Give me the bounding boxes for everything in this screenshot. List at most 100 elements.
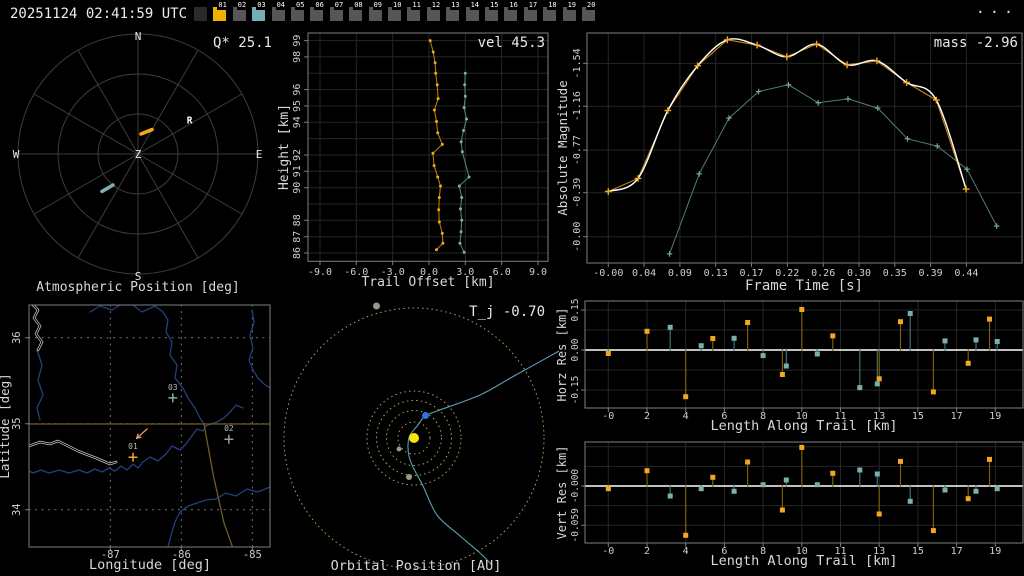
y-tick: 92	[292, 149, 303, 161]
frame-label: 14	[469, 1, 481, 10]
x-tick: 4	[683, 546, 689, 557]
x-axis-title: Longitude [deg]	[89, 557, 211, 573]
frame-button-07[interactable]: 07	[329, 1, 345, 21]
x-axis-title: Atmospheric Position [deg]	[36, 280, 240, 295]
x-tick: -0	[602, 411, 614, 422]
y-tick: -0.059	[570, 508, 581, 543]
frame-button-15[interactable]: 15	[485, 1, 500, 21]
frame-label: 11	[411, 1, 422, 10]
velocity-annotation: vel 45.3	[478, 35, 545, 51]
y-tick: -0.00	[572, 222, 583, 252]
zenith-label: Z	[135, 148, 142, 161]
y-tick: -1.16	[572, 91, 583, 121]
frame-button-11[interactable]: 11	[407, 1, 422, 21]
horizontal-residuals-chart: -0 2 4 6 8 10 11 13 15 17 190.150.00-0.15Horz Res …	[555, 299, 1024, 434]
y-tick: 94	[292, 116, 303, 128]
frame-button-16[interactable]: 16	[504, 1, 519, 21]
frame-button-02[interactable]: 02	[232, 1, 248, 21]
tisserand-annotation: T_j -0.70	[469, 304, 545, 320]
x-axis-title: Length Along Trail [km]	[711, 553, 898, 569]
q-star-annotation: Q* 25.1	[213, 35, 272, 51]
x-tick: 0.09	[668, 268, 692, 279]
frame-button-14[interactable]: 14	[465, 1, 481, 21]
frame-label: 01	[217, 1, 228, 10]
earth	[422, 412, 429, 419]
ground-track-map: 010203-87 -86 -85363534Latitude [deg]Longi…	[0, 304, 271, 573]
status-bar: 20251124 02:41:59 UTC 01 02 03 04 05 06 07 08 09…	[0, 0, 1024, 28]
overflow-menu-button[interactable]: ···	[976, 3, 1018, 21]
y-tick: 36	[11, 331, 23, 344]
frame-button-20[interactable]: 20	[582, 1, 597, 21]
frame-label: 08	[353, 1, 364, 10]
y-tick: -0.39	[572, 178, 583, 208]
x-tick: 0.44	[954, 268, 978, 279]
frame-label: 20	[586, 1, 597, 10]
frame-button-03[interactable]: 03	[252, 1, 267, 21]
x-tick: -0	[602, 546, 614, 557]
x-tick: 0.04	[632, 268, 656, 279]
mass-annotation: mass -2.96	[934, 35, 1018, 51]
compass-west: W	[13, 148, 20, 161]
x-axis-title: Length Along Trail [km]	[711, 418, 898, 434]
frame-label: 07	[333, 1, 345, 10]
frame-label: 13	[450, 1, 461, 10]
frame-button-04[interactable]: 04	[271, 1, 287, 21]
compass-east: E	[256, 148, 263, 161]
station-label: 03	[168, 383, 178, 392]
y-tick: -0.15	[570, 376, 581, 405]
x-tick: 0.39	[919, 268, 943, 279]
y-tick: 96	[292, 84, 303, 96]
frame-button-01[interactable]: 01	[213, 1, 228, 21]
frame-button-09[interactable]: 09	[368, 1, 384, 21]
y-tick: 87	[292, 231, 303, 243]
frame-button-12[interactable]: 12	[426, 1, 442, 21]
x-tick: 17	[951, 546, 963, 557]
mars	[406, 474, 412, 480]
frame-button-08[interactable]: 08	[349, 1, 364, 21]
x-tick: 9.0	[529, 267, 547, 278]
frame-button-06[interactable]: 06	[310, 1, 325, 21]
frame-button-17[interactable]: 17	[523, 1, 539, 21]
frame-label: 09	[372, 1, 384, 10]
frame-button-18[interactable]: 18	[543, 1, 558, 21]
frame-button-lead[interactable]	[194, 7, 207, 21]
y-axis-title: Horz Res [km]	[555, 308, 569, 402]
x-tick: 6.0	[493, 267, 511, 278]
frame-button-19[interactable]: 19	[562, 1, 578, 21]
y-tick: -1.54	[572, 48, 583, 78]
frame-label: 05	[295, 1, 306, 10]
y-tick: 90	[292, 182, 303, 194]
y-tick: -0.77	[572, 135, 583, 165]
y-tick: 98	[292, 51, 303, 63]
y-axis-title: Absolute Magnitude	[555, 80, 570, 215]
y-tick: 35	[11, 417, 23, 430]
x-tick: 0.35	[883, 268, 907, 279]
x-tick: -9.0	[308, 267, 332, 278]
station-label: 02	[224, 424, 234, 433]
x-tick: 19	[989, 546, 1001, 557]
x-tick: -85	[243, 549, 262, 561]
x-tick: 17	[951, 411, 963, 422]
frame-button-05[interactable]: 05	[291, 1, 306, 21]
y-tick: 95	[292, 100, 303, 112]
x-tick: 15	[912, 411, 924, 422]
frame-label: 04	[275, 1, 287, 10]
frame-label: 19	[566, 1, 578, 10]
plots-canvas: NSW EZRQ* 25.1Atmospheric Position [deg]-…	[0, 30, 1024, 574]
x-tick: 19	[989, 411, 1001, 422]
map-layers: 01 02 03	[29, 305, 270, 547]
atmospheric-position-chart: NSW EZRQ* 25.1Atmospheric Position [deg]	[13, 30, 272, 295]
frame-label: 03	[256, 1, 267, 10]
frame-label: 02	[236, 1, 248, 10]
frame-button-13[interactable]: 13	[446, 1, 461, 21]
x-tick: 2	[644, 546, 650, 557]
sun	[409, 433, 419, 443]
frame-button-10[interactable]: 10	[388, 1, 403, 21]
light-curve-chart: -0.00 0.04 0.09 0.13 0.17 0.22 0.26 0.30 0.35 0.3…	[555, 32, 1023, 294]
y-tick: 91	[292, 165, 303, 177]
x-axis-title: Trail Offset [km]	[361, 275, 494, 290]
comet-trajectory	[407, 350, 560, 566]
frame-label: 10	[392, 1, 403, 10]
y-tick: 86	[292, 247, 303, 259]
x-tick: 15	[912, 546, 924, 557]
